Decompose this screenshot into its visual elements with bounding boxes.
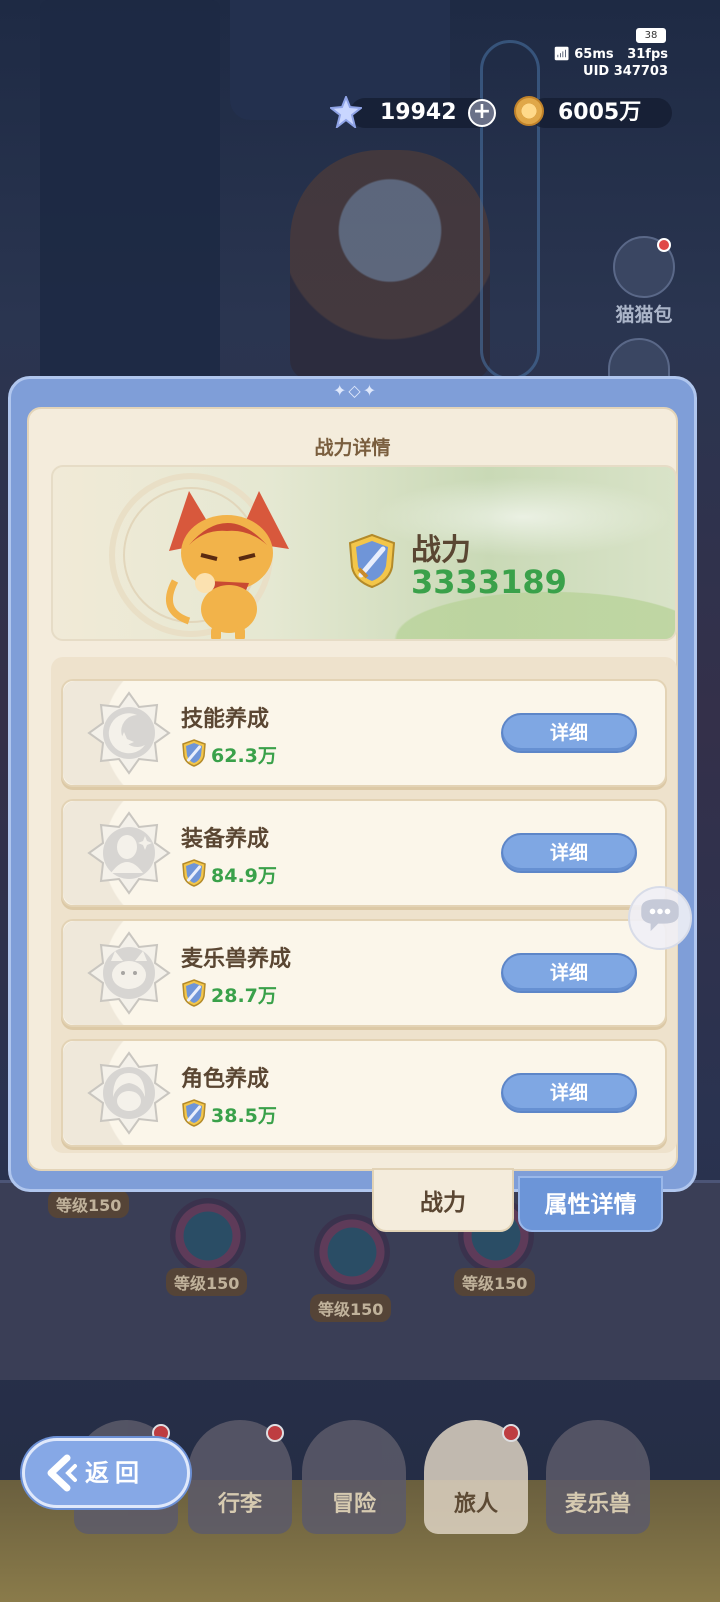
status-indicators: 📶︎ 65ms 31fps UID 347703 bbox=[553, 26, 668, 80]
wifi-icon: 📶︎ bbox=[553, 47, 570, 62]
coin-icon bbox=[514, 96, 544, 126]
background-staff bbox=[480, 40, 540, 380]
list-item-pet: 麦乐兽养成 28.7万 详细 bbox=[61, 919, 667, 1027]
growth-list[interactable]: 技能养成 62.3万 详细 装备养成 84.9万 详细 麦乐兽养成 28.7万 … bbox=[51, 657, 677, 1153]
power-shield-icon bbox=[348, 533, 396, 589]
nav-label: 冒险 bbox=[331, 1492, 376, 1517]
back-label: 返回 bbox=[85, 1459, 145, 1487]
back-arrow-icon bbox=[47, 1454, 77, 1492]
nav-label: 旅人 bbox=[453, 1492, 498, 1517]
nav-item-adventure[interactable]: 冒险 bbox=[302, 1420, 406, 1534]
pet-detail-button[interactable]: 详细 bbox=[501, 953, 637, 993]
gem-star-icon bbox=[330, 96, 362, 128]
level-badge: 等级150 bbox=[454, 1268, 536, 1296]
chat-bubble-icon[interactable] bbox=[628, 886, 692, 950]
power-shield-icon bbox=[182, 859, 206, 887]
growth-name: 麦乐兽养成 bbox=[181, 947, 292, 972]
gem-count: 19942 bbox=[380, 100, 457, 125]
back-button[interactable]: 返回 bbox=[22, 1438, 190, 1508]
team-slot-orb bbox=[170, 1198, 246, 1274]
skill-detail-button[interactable]: 详细 bbox=[501, 713, 637, 753]
power-value: 3333189 bbox=[411, 563, 567, 601]
notification-dot bbox=[266, 1424, 284, 1442]
nav-label: 麦乐兽 bbox=[564, 1492, 631, 1517]
total-power-card: 战力 3333189 bbox=[51, 465, 677, 641]
nav-item-traveler[interactable]: 旅人 bbox=[424, 1420, 528, 1534]
nav-item-luggage[interactable]: 行李 bbox=[188, 1420, 292, 1534]
tab-attribute-details[interactable]: 属性详情 bbox=[518, 1176, 663, 1232]
growth-name: 技能养成 bbox=[181, 707, 270, 732]
add-gems-button[interactable]: + bbox=[468, 99, 496, 127]
growth-power-value: 28.7万 bbox=[211, 985, 277, 1007]
nav-label: 行李 bbox=[217, 1492, 262, 1517]
coin-count: 6005万 bbox=[558, 100, 642, 125]
background-character bbox=[290, 150, 490, 380]
ping-text: 65ms bbox=[574, 47, 614, 62]
background-tower bbox=[40, 0, 220, 420]
growth-name: 角色养成 bbox=[181, 1067, 270, 1092]
coin-counter: 6005万 bbox=[530, 98, 672, 128]
hooded-figure-icon bbox=[87, 811, 171, 895]
tab-power[interactable]: 战力 bbox=[372, 1168, 514, 1232]
growth-name: 装备养成 bbox=[181, 827, 270, 852]
notification-dot bbox=[502, 1424, 520, 1442]
list-item-equipment: 装备养成 84.9万 详细 bbox=[61, 799, 667, 907]
level-badge: 等级150 bbox=[166, 1268, 248, 1296]
list-item-character: 角色养成 38.5万 详细 bbox=[61, 1039, 667, 1147]
cat-bag-button[interactable]: 猫猫包 bbox=[608, 236, 680, 328]
power-shield-icon bbox=[182, 1099, 206, 1127]
power-shield-icon bbox=[182, 979, 206, 1007]
list-item-skill: 技能养成 62.3万 详细 bbox=[61, 679, 667, 787]
character-head-icon bbox=[87, 1051, 171, 1135]
panel-body: 战力详情 战力 3333189 技能养成 62.3万 详细 装备养成 84.9万… bbox=[27, 407, 678, 1171]
cat-face-icon bbox=[87, 931, 171, 1015]
power-shield-icon bbox=[182, 739, 206, 767]
uid-text: UID 347703 bbox=[583, 64, 668, 79]
power-details-panel: ✦◇✦ 战力详情 战力 3333189 技能养成 62.3万 详细 装备养成 8… bbox=[8, 376, 697, 1192]
panel-ornament: ✦◇✦ bbox=[333, 381, 379, 400]
level-badge: 等级150 bbox=[310, 1294, 392, 1322]
panel-title: 战力详情 bbox=[314, 437, 391, 459]
notification-dot bbox=[657, 238, 671, 252]
growth-power-value: 84.9万 bbox=[211, 865, 277, 887]
equipment-detail-button[interactable]: 详细 bbox=[501, 833, 637, 873]
level-badge: 等级150 bbox=[48, 1190, 130, 1218]
cat-bag-label: 猫猫包 bbox=[615, 304, 673, 326]
growth-power-value: 62.3万 bbox=[211, 745, 277, 767]
fps-text: 31fps bbox=[627, 47, 668, 62]
nav-item-pet[interactable]: 麦乐兽 bbox=[546, 1420, 650, 1534]
moon-star-icon bbox=[87, 691, 171, 775]
cat-mascot-image bbox=[165, 491, 289, 639]
growth-power-value: 38.5万 bbox=[211, 1105, 277, 1127]
character-detail-button[interactable]: 详细 bbox=[501, 1073, 637, 1113]
cat-bag-icon bbox=[613, 236, 675, 298]
